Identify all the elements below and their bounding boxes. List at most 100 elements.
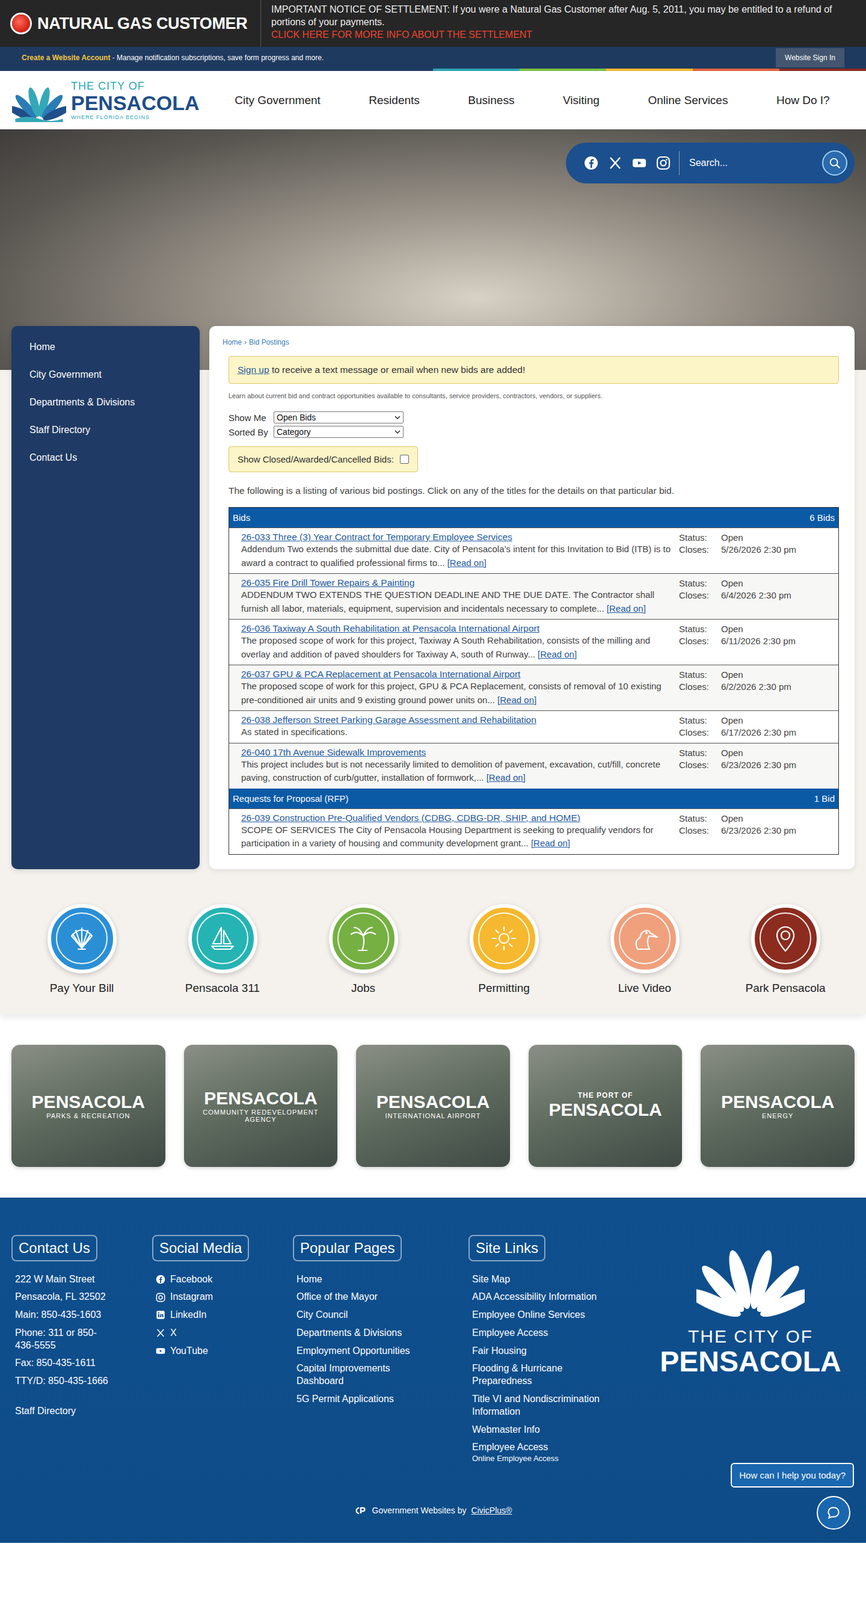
site-link-label: Webmaster Info — [472, 1423, 541, 1437]
chat-prompt[interactable]: How can I help you today? — [730, 1462, 854, 1488]
popular-link[interactable]: Home — [292, 1273, 323, 1286]
quick-link[interactable]: Permitting — [433, 903, 575, 995]
page: NATURAL GAS CUSTOMER IMPORTANT NOTICE OF… — [0, 0, 866, 1543]
contact-line: Main: 850-435-1603 — [15, 1308, 115, 1322]
quick-link-circle — [469, 903, 539, 974]
quick-link-ring — [55, 912, 108, 965]
footer-logo-top: THE CITY OF — [687, 1326, 814, 1347]
read-on-link[interactable]: [Read on] — [531, 837, 571, 848]
quick-link-label: Park Pensacola — [745, 981, 826, 995]
breadcrumb-item[interactable]: Home — [222, 337, 242, 347]
site-link[interactable]: Fair Housing — [468, 1344, 527, 1358]
chat-button[interactable] — [816, 1495, 851, 1530]
popular-link[interactable]: Office of the Mayor — [292, 1290, 378, 1304]
facebook-icon[interactable] — [583, 155, 599, 171]
closes-value: 6/23/2026 2:30 pm — [721, 759, 833, 770]
popular-link[interactable]: City Council — [292, 1308, 348, 1322]
social-label: LinkedIn — [170, 1308, 207, 1322]
bid-title[interactable]: 26-039 Construction Pre-Qualified Vendor… — [241, 812, 581, 823]
civicplus-link[interactable]: CivicPlus® — [471, 1505, 513, 1515]
sort-select[interactable]: Category — [273, 425, 404, 438]
staff-directory-link[interactable]: Staff Directory — [11, 1404, 76, 1418]
read-on-link[interactable]: [Read on] — [447, 557, 487, 568]
nav-item[interactable]: Business — [464, 87, 518, 114]
signup-link[interactable]: Sign up — [237, 364, 270, 375]
bid-main: 26-037 GPU & PCA Replacement at Pensacol… — [241, 668, 675, 707]
popular-link[interactable]: Departments & Divisions — [292, 1326, 402, 1340]
card-pretitle: THE PORT OF — [577, 1090, 634, 1100]
nav-item[interactable]: City Government — [230, 87, 325, 114]
checkbox[interactable] — [399, 454, 409, 464]
quick-link[interactable]: Pensacola 311 — [152, 903, 293, 995]
breadcrumb-item[interactable]: Bid Postings — [248, 337, 290, 347]
sign-in-button[interactable]: Website Sign In — [775, 48, 845, 68]
quick-link-circle — [328, 903, 399, 974]
quick-link[interactable]: Pay Your Bill — [11, 903, 153, 995]
site-link[interactable]: Employee Access — [468, 1326, 548, 1340]
search-input[interactable] — [687, 156, 814, 169]
status-label: Status: — [678, 747, 722, 758]
read-on-link[interactable]: [Read on] — [497, 694, 537, 705]
bid-title[interactable]: 26-040 17th Avenue Sidewalk Improvements — [241, 746, 426, 758]
quick-link[interactable]: Jobs — [292, 903, 434, 995]
bid-title[interactable]: 26-037 GPU & PCA Replacement at Pensacol… — [241, 668, 521, 679]
sidebar-item[interactable]: City Government — [11, 360, 200, 389]
create-account-link[interactable]: Create a Website Account — [21, 53, 111, 62]
x-icon[interactable] — [608, 155, 623, 171]
popular-link[interactable]: Capital Improvements Dashboard — [292, 1362, 417, 1388]
department-card[interactable]: THE PORT OF PENSACOLA — [528, 1044, 683, 1167]
site-link-label: Employee Access — [472, 1326, 548, 1340]
social-link[interactable]: YouTube — [152, 1344, 209, 1358]
social-link[interactable]: Facebook — [152, 1273, 213, 1286]
site-link-label: Employee Access — [472, 1440, 559, 1454]
nav-item[interactable]: Visiting — [559, 87, 604, 114]
bid-row: 26-033 Three (3) Year Contract for Tempo… — [229, 527, 839, 574]
department-card[interactable]: PENSACOLA INTERNATIONAL AIRPORT — [356, 1044, 510, 1167]
nav-item[interactable]: Online Services — [644, 87, 732, 114]
popular-link[interactable]: 5G Permit Applications — [292, 1392, 394, 1406]
youtube-icon[interactable] — [632, 155, 647, 171]
alert-link[interactable]: CLICK HERE FOR MORE INFO ABOUT THE SETTL… — [271, 29, 533, 40]
department-card[interactable]: PENSACOLA ENERGY — [700, 1044, 855, 1167]
site-link[interactable]: Site Map — [468, 1273, 510, 1286]
sidebar-item[interactable]: Contact Us — [11, 443, 200, 472]
bid-meta: Status: Open Closes: 6/4/2026 2:30 pm — [678, 577, 833, 616]
nav-item[interactable]: How Do I? — [772, 87, 834, 114]
sidebar-item[interactable]: Home — [11, 333, 200, 361]
read-on-link[interactable]: [Read on] — [486, 772, 526, 783]
logo[interactable]: THE CITY OF PENSACOLA WHERE FLORIDA BEGI… — [12, 78, 211, 123]
bid-title[interactable]: 26-036 Taxiway A South Rehabilitation at… — [241, 623, 540, 634]
footer-heading: Popular Pages — [292, 1234, 402, 1262]
site-link[interactable]: Webmaster Info — [468, 1423, 541, 1437]
quick-link-label: Jobs — [351, 981, 376, 995]
search-button[interactable] — [822, 150, 848, 176]
logo-top: THE CITY OF — [70, 80, 200, 92]
site-link[interactable]: ADA Accessibility Information — [468, 1290, 597, 1304]
read-on-link[interactable]: [Read on] — [537, 648, 577, 660]
bid-title[interactable]: 26-035 Fire Drill Tower Repairs & Painti… — [241, 577, 415, 588]
instagram-icon[interactable] — [656, 155, 671, 171]
show-closed-toggle[interactable]: Show Closed/Awarded/Cancelled Bids: — [228, 446, 418, 473]
department-card[interactable]: PENSACOLA PARKS & RECREATION — [11, 1044, 166, 1167]
popular-link[interactable]: Employment Opportunities — [292, 1344, 411, 1358]
sun-icon — [489, 923, 519, 953]
sidebar-item[interactable]: Staff Directory — [11, 416, 200, 444]
read-on-link[interactable]: [Read on] — [606, 603, 646, 614]
nav-item[interactable]: Residents — [365, 87, 424, 114]
social-link[interactable]: X — [152, 1326, 177, 1340]
show-me-select[interactable]: Open Bids — [273, 411, 404, 424]
site-link[interactable]: Title VI and Nondiscrimination Informati… — [468, 1392, 617, 1419]
group-title: Bids — [232, 512, 251, 523]
social-link[interactable]: Instagram — [152, 1290, 213, 1304]
sidebar-item[interactable]: Departments & Divisions — [11, 388, 200, 417]
social-link[interactable]: LinkedIn — [152, 1308, 207, 1322]
site-link[interactable]: Flooding & Hurricane Preparedness — [468, 1362, 617, 1388]
site-link[interactable]: Employee Online Services — [468, 1308, 586, 1322]
bid-title[interactable]: 26-038 Jefferson Street Parking Garage A… — [241, 714, 537, 725]
status-label: Status: — [678, 669, 722, 680]
department-card[interactable]: PENSACOLA COMMUNITY REDEVELOPMENT AGENCY — [184, 1044, 338, 1167]
bid-title[interactable]: 26-033 Three (3) Year Contract for Tempo… — [241, 531, 513, 542]
quick-link[interactable]: Park Pensacola — [715, 903, 856, 995]
quick-link[interactable]: Live Video — [574, 903, 716, 995]
site-link[interactable]: Employee Access Online Employee Access — [468, 1440, 559, 1464]
